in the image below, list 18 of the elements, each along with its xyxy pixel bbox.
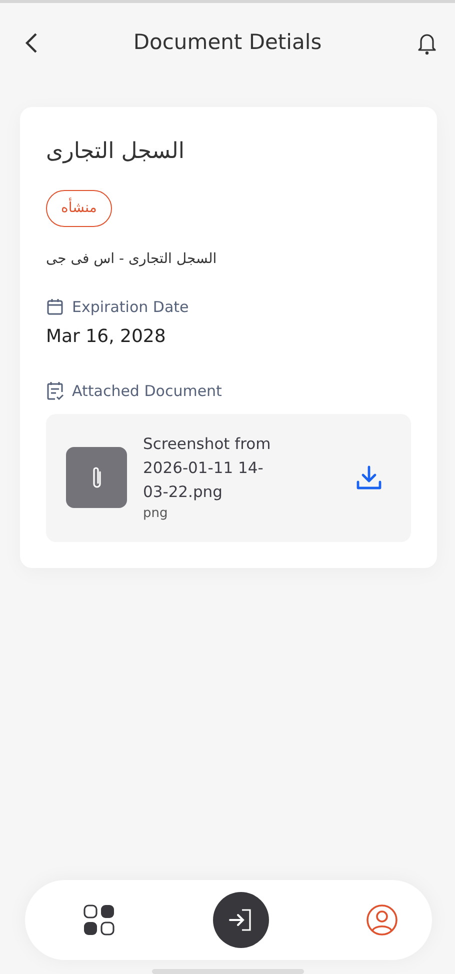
download-button[interactable] [355,464,383,492]
document-title: السجل التجارى [46,138,186,166]
file-type: png [143,505,169,524]
checklist-icon [46,380,64,401]
expiration-label: Expiration Date [72,297,189,318]
paperclip-icon [66,447,127,508]
file-name: Screenshot from 2026-01-11 14-03-22.png [143,434,272,504]
login-icon [228,908,254,932]
calendar-icon [46,298,64,316]
status-tag: منشأه [46,190,112,227]
page-title: Document Detials [133,29,322,56]
notification-button[interactable] [417,31,437,55]
document-subtitle: السجل التجارى - اس فى جى [46,250,217,269]
grid-tab[interactable] [83,904,115,936]
profile-tab[interactable] [366,904,398,936]
back-button[interactable] [24,32,38,54]
expiration-date: Mar 16, 2028 [46,324,166,348]
attachment-label: Attached Document [72,380,222,402]
